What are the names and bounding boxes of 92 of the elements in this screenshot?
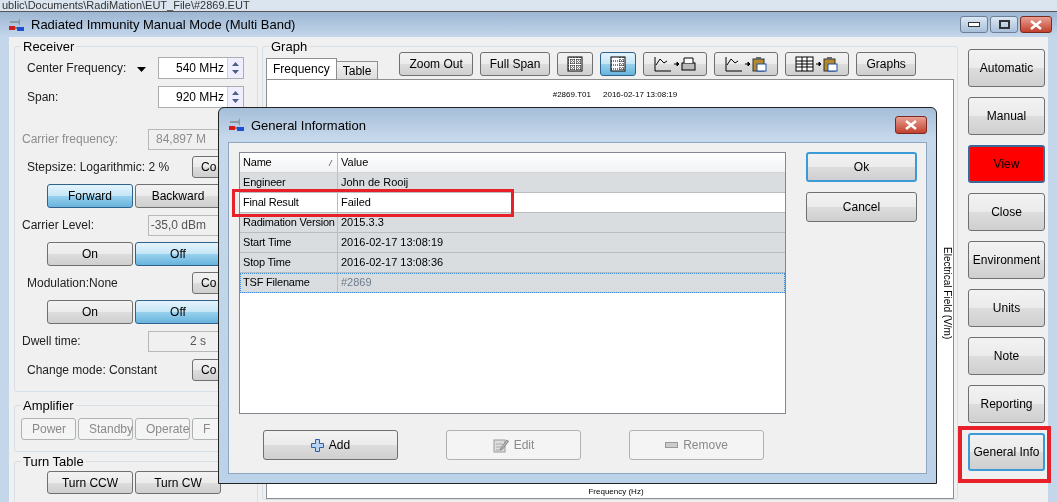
toolbar-button[interactable] — [600, 52, 637, 76]
plus-icon — [310, 438, 324, 452]
dialog-button[interactable]: Add — [263, 430, 398, 460]
app-icon — [8, 16, 26, 33]
tab[interactable]: Table — [335, 61, 379, 79]
dialog-button[interactable]: Ok — [806, 152, 917, 182]
toolbar-button[interactable] — [714, 52, 779, 76]
close-icon — [905, 120, 917, 130]
column-header[interactable]: Name — [240, 153, 338, 172]
column-header[interactable]: Value — [338, 153, 369, 172]
side-button[interactable]: Automatic — [968, 49, 1045, 87]
file-path: ublic\Documents\RadiMation\EUT_File\#2869.EUT — [0, 0, 1057, 11]
axis-title: Frequency (Hz) — [587, 487, 645, 498]
minimize-button[interactable] — [960, 16, 988, 33]
tab[interactable]: Frequency — [266, 58, 337, 79]
field-label: Center Frequency: — [27, 61, 128, 75]
table-cell-text: 2016-02-17 13:08:36 — [340, 255, 444, 270]
chart-to-printer-icon — [653, 55, 698, 73]
table-row[interactable]: Stop Time 2016-02-17 13:08:36 — [240, 253, 785, 273]
field-label: Carrier Level: — [22, 218, 96, 232]
group-title: Turn Table — [21, 454, 86, 469]
table-cell-text: #2869 — [340, 275, 372, 290]
table-cell-text: John de Rooij — [340, 175, 409, 190]
table-cell-text: 2015.3.3 — [340, 215, 384, 230]
side-button[interactable]: Reporting — [968, 385, 1045, 423]
timestamp: 2016-02-17 13:08:19 — [603, 90, 678, 99]
spin-field[interactable]: 540 MHz — [158, 57, 244, 79]
close-button[interactable] — [1020, 16, 1052, 33]
setting-label: Stepsize: Logarithmic: 2 % — [27, 160, 171, 174]
side-button[interactable]: Environment — [968, 241, 1045, 279]
notepad-pencil-icon — [492, 437, 509, 453]
spin-arrows-icon[interactable] — [231, 89, 240, 105]
grid-icon — [610, 56, 627, 72]
spin-arrows-icon[interactable] — [231, 60, 240, 76]
side-button[interactable]: View — [968, 145, 1045, 183]
table-row[interactable]: Engineer John de Rooij — [240, 173, 785, 193]
toggle-button[interactable]: Off — [135, 300, 221, 324]
toolbar-button[interactable]: Graphs — [856, 52, 916, 76]
table-row[interactable]: Final Result Failed — [240, 193, 785, 213]
table-row[interactable]: TSF Filename #2869 — [240, 273, 785, 293]
table-cell: Engineer — [240, 173, 338, 192]
test-id: #2869.T01 — [552, 90, 591, 99]
maximize-icon — [998, 20, 1010, 29]
toggle-button[interactable]: Forward — [47, 184, 133, 208]
side-button[interactable]: General Info — [968, 433, 1045, 471]
dialog-button[interactable]: Cancel — [806, 192, 917, 222]
field-label: Carrier frequency: — [22, 132, 120, 146]
side-button[interactable]: Close — [968, 193, 1045, 231]
close-icon — [1030, 19, 1042, 30]
toggle-button[interactable]: On — [47, 242, 133, 266]
close-button[interactable] — [895, 116, 927, 134]
turn-button[interactable]: Turn CW — [135, 471, 221, 494]
toggle-button[interactable]: On — [47, 300, 133, 324]
toolbar-button[interactable] — [785, 52, 850, 76]
minimize-icon — [968, 22, 980, 27]
chart-to-clipboard-icon — [724, 55, 769, 73]
group-title: Receiver — [21, 39, 77, 54]
table-cell-text: 2016-02-17 13:08:19 — [340, 235, 444, 250]
dialog-icon — [228, 117, 246, 133]
spin-field[interactable]: 920 MHz — [158, 86, 244, 108]
table-cell-text: Failed — [340, 195, 371, 210]
side-button[interactable]: Note — [968, 337, 1045, 375]
toolbar-button[interactable] — [643, 52, 708, 76]
table-cell: Stop Time — [240, 253, 338, 272]
toggle-button[interactable]: Off — [135, 242, 221, 266]
table-cell: Start Time — [240, 233, 338, 252]
toggle-button[interactable]: Backward — [135, 184, 221, 208]
dialog-title: General Information — [251, 117, 366, 133]
axis-title: Electrical Field (V/m) — [941, 246, 953, 340]
setting-label: Change mode: Constant — [27, 363, 159, 377]
toolbar-button[interactable]: Zoom Out — [399, 52, 473, 76]
window-title: Radiated Immunity Manual Mode (Multi Band) — [31, 17, 296, 32]
maximize-button[interactable] — [990, 16, 1018, 33]
table-row[interactable]: Start Time 2016-02-17 13:08:19 — [240, 233, 785, 253]
table-row[interactable]: Radimation Version 2015.3.3 — [240, 213, 785, 233]
table-cell: Radimation Version — [240, 213, 338, 232]
side-button[interactable]: Units — [968, 289, 1045, 327]
minus-icon — [665, 442, 679, 448]
toolbar-button[interactable] — [557, 52, 594, 76]
field-label: Dwell time: — [22, 334, 82, 348]
group-title: Amplifier — [21, 398, 76, 413]
side-button[interactable]: Manual — [968, 97, 1045, 135]
setting-label: Modulation:None — [27, 276, 119, 290]
table-cell: TSF Filename — [240, 273, 338, 292]
fine-grid-icon — [567, 56, 584, 72]
toolbar-button[interactable]: Full Span — [479, 52, 551, 76]
group-title: Graph — [269, 39, 310, 54]
field-label: Span: — [27, 90, 60, 104]
turn-button[interactable]: Turn CCW — [47, 471, 133, 494]
table-cell: Final Result — [240, 193, 338, 212]
dropdown-triangle-icon[interactable] — [137, 67, 146, 72]
table-to-clipboard-icon — [795, 55, 840, 73]
